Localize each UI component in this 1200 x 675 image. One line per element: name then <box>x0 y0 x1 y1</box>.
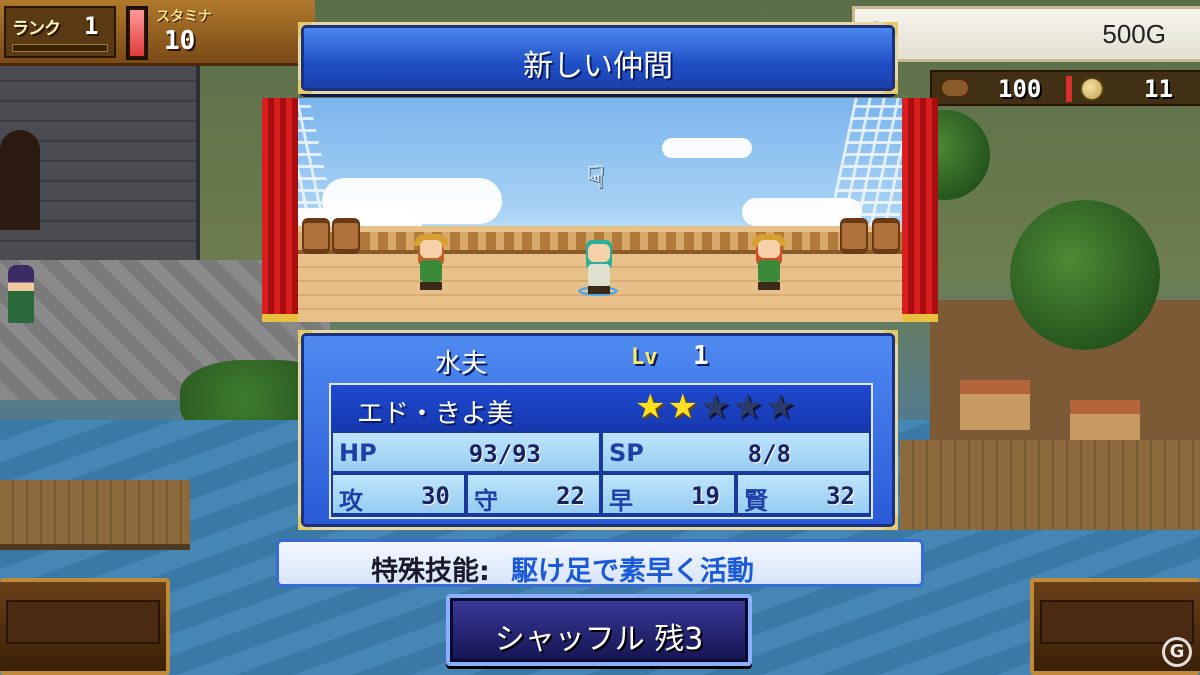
candidate-sprite-left[interactable] <box>414 230 448 290</box>
stamina-value: 10 <box>164 26 196 56</box>
wisdom-value: 32 <box>826 482 855 510</box>
cloud <box>662 138 752 158</box>
right-curtain <box>902 98 938 322</box>
ship-deck-scene <box>262 98 938 322</box>
hp-value: 93/93 <box>468 440 541 468</box>
name-row: エド・きよ美 ★ ★ ★ ★ ★ <box>331 385 871 431</box>
shuffle-button-label: シャッフル 残3 <box>494 622 704 657</box>
character-info-panel: 水夫 Lv 1 エド・きよ美 ★ ★ ★ ★ ★ HP 93/93 SP 8/8 攻 3… <box>298 330 898 530</box>
left-dock <box>0 480 190 550</box>
character-name: エド・きよ美 <box>357 399 514 429</box>
hut <box>960 380 1030 430</box>
stamina-label: スタミナ <box>156 9 212 25</box>
attack-value: 30 <box>421 482 450 510</box>
shuffle-button[interactable]: シャッフル 残3 <box>446 594 752 666</box>
star-filled-icon: ★ <box>635 387 666 427</box>
frame-corner <box>884 22 898 36</box>
stamina-gauge <box>126 6 148 60</box>
special-skill-bar: 特殊技能: 駆け足で素早く活動 <box>276 539 924 587</box>
star-filled-icon: ★ <box>667 387 698 427</box>
gold-counter: ● 500G <box>852 6 1200 62</box>
left-menu-button-face <box>6 600 160 644</box>
candidate-sprite-right[interactable] <box>752 230 786 290</box>
defense-value: 22 <box>556 482 585 510</box>
wisdom-cell: 賢 32 <box>736 473 871 515</box>
defense-cell: 守 22 <box>466 473 601 515</box>
attack-label: 攻 <box>339 487 363 515</box>
star-empty-icon: ★ <box>732 387 763 427</box>
speed-label: 早 <box>609 487 633 515</box>
frame-corner <box>298 516 312 530</box>
stamina-fill <box>130 10 144 56</box>
hp-cell: HP 93/93 <box>331 431 601 473</box>
candidate-sprite-selected[interactable] <box>582 234 616 294</box>
frame-corner <box>298 22 312 36</box>
level-value: 1 <box>693 341 709 371</box>
wisdom-label: 賢 <box>744 487 768 515</box>
sp-label: SP <box>609 439 644 467</box>
frame-corner <box>884 516 898 530</box>
job-name: 水夫 <box>435 349 488 379</box>
defense-label: 守 <box>474 487 498 515</box>
barrel <box>872 218 900 254</box>
wood-icon <box>940 78 970 98</box>
medal-icon <box>1080 77 1104 101</box>
barrel <box>332 218 360 254</box>
left-curtain <box>262 98 298 322</box>
skill-label: 特殊技能: <box>371 556 490 587</box>
frame-corner <box>884 330 898 344</box>
resource-counter: 100 11 <box>930 70 1200 106</box>
speed-value: 19 <box>691 482 720 510</box>
rank-value: 1 <box>84 12 99 40</box>
dialog-title: 新しい仲間 <box>523 49 673 84</box>
gold-value: 500G <box>1102 19 1166 49</box>
status-hud: ランク 1 スタミナ 10 <box>0 0 315 66</box>
wood-value: 100 <box>998 75 1042 103</box>
dialog-title-banner: 新しい仲間 <box>298 22 898 94</box>
medal-value: 11 <box>1144 75 1173 103</box>
divider <box>1066 76 1072 102</box>
sp-cell: SP 8/8 <box>601 431 871 473</box>
sp-value: 8/8 <box>747 440 791 468</box>
castle-door <box>0 130 40 230</box>
watermark-logo: G <box>1162 637 1192 667</box>
speed-cell: 早 19 <box>601 473 736 515</box>
right-dock <box>900 440 1200 530</box>
rank-label: ランク <box>12 19 61 39</box>
barrel <box>840 218 868 254</box>
rarity-stars: ★ ★ ★ ★ ★ <box>635 389 795 425</box>
frame-corner <box>298 330 312 344</box>
hand-pointer-icon: ☟ <box>586 160 605 195</box>
barrel <box>302 218 330 254</box>
hp-label: HP <box>339 439 377 467</box>
attack-cell: 攻 30 <box>331 473 466 515</box>
level-label: Lv <box>631 345 658 370</box>
townsperson-sprite <box>8 265 34 323</box>
star-empty-icon: ★ <box>699 387 731 427</box>
left-menu-button[interactable] <box>0 578 170 675</box>
rank-box: ランク 1 <box>4 6 116 58</box>
tree <box>1010 200 1160 350</box>
skill-value: 駆け足で素早く活動 <box>511 556 754 587</box>
rank-exp-bar <box>12 44 108 52</box>
stat-table: エド・きよ美 ★ ★ ★ ★ ★ HP 93/93 SP 8/8 攻 30 守 22 早… <box>329 383 873 519</box>
star-empty-icon: ★ <box>764 387 796 427</box>
